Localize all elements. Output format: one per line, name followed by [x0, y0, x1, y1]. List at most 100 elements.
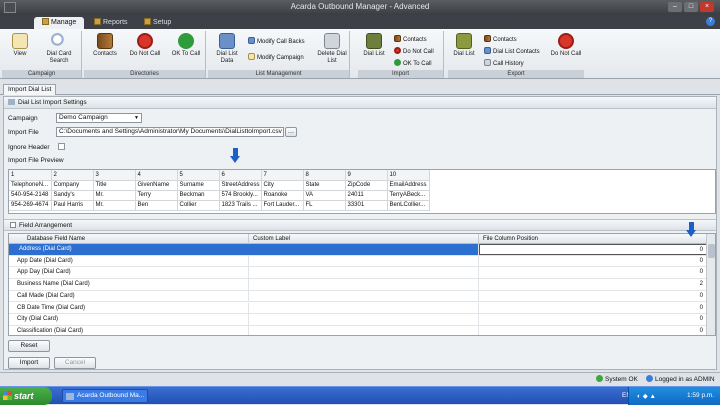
table-row[interactable]: App Day (Dial Card) 0 [9, 267, 707, 280]
dial-list-contacts-icon [484, 47, 491, 54]
browse-button[interactable]: … [285, 127, 297, 137]
preview-cell: State [303, 180, 346, 191]
delete-icon [324, 33, 340, 49]
preview-col-number: 1 [9, 170, 52, 181]
contacts-book-icon [97, 33, 113, 49]
tray-icons[interactable]: ◐ ◆ ▲ [637, 392, 656, 400]
table-row[interactable]: Address (Dial Card) 0 [9, 244, 707, 256]
import-do-not-call-button[interactable]: Do Not Call [394, 47, 434, 56]
preview-cell: City [261, 180, 304, 191]
custom-label-cell[interactable] [249, 279, 479, 290]
position-cell[interactable]: 0 [479, 314, 707, 325]
preview-cell: 540-954-2148 [9, 190, 52, 201]
export-group-label: Export [448, 70, 584, 78]
position-cell[interactable]: 2 [479, 279, 707, 290]
modify-campaign-button[interactable]: Modify Campaign [248, 53, 304, 62]
preview-col-number: 10 [387, 170, 430, 181]
preview-cell: FL [303, 200, 346, 211]
settings-header: Dial List Import Settings [4, 97, 716, 109]
tab-setup[interactable]: Setup [136, 17, 179, 29]
field-name-cell: Call Made (Dial Card) [9, 290, 249, 302]
table-row[interactable]: App Date (Dial Card) 0 [9, 255, 707, 268]
table-row[interactable]: Call Made (Dial Card) 0 [9, 290, 707, 303]
blue-arrow-annotation [230, 148, 240, 164]
scrollbar-thumb[interactable] [708, 244, 715, 258]
list-management-group-label: List Management [208, 70, 349, 78]
position-cell[interactable]: 0 [479, 255, 707, 267]
tab-reports[interactable]: Reports [86, 17, 136, 29]
campaign-icon [248, 53, 255, 60]
custom-label-cell[interactable] [249, 302, 479, 314]
tab-manage[interactable]: Manage [34, 17, 85, 29]
preview-cell: ZipCode [345, 180, 388, 191]
modify-call-backs-button[interactable]: Modify Call Backs [248, 37, 305, 46]
import-panel: Dial List Import Settings Campaign Demo … [3, 96, 717, 370]
minimize-icon[interactable]: – [668, 2, 682, 12]
no-entry-small-icon [394, 47, 401, 54]
position-cell[interactable]: 0 [479, 267, 707, 279]
position-cell[interactable]: 0 [479, 302, 707, 314]
import-dial-list-button[interactable]: Dial List [360, 33, 388, 58]
dial-card-search-button[interactable]: Dial Card Search [38, 33, 80, 65]
collapse-icon [10, 222, 16, 228]
chevron-down-icon: ▼ [134, 115, 139, 121]
close-icon[interactable]: × [700, 2, 714, 12]
preview-col-number: 5 [177, 170, 220, 181]
ok-to-call-button[interactable]: OK To Call [168, 33, 204, 58]
reset-button[interactable]: Reset [8, 340, 50, 352]
maximize-icon[interactable]: □ [684, 2, 698, 12]
import-button[interactable]: Import [8, 357, 50, 369]
table-row[interactable]: Business Name (Dial Card) 2 [9, 279, 707, 291]
export-do-not-call-button[interactable]: Do Not Call [548, 33, 584, 58]
table-row[interactable]: CB Date Time (Dial Card) 0 [9, 302, 707, 315]
custom-label-cell[interactable] [249, 314, 479, 325]
do-not-call-button[interactable]: Do Not Call [126, 33, 164, 58]
tab-import-dial-list[interactable]: Import Dial List [3, 84, 57, 95]
manage-icon [42, 18, 49, 25]
export-call-history-button[interactable]: Call History [484, 59, 524, 68]
import-contacts-button[interactable]: Contacts [394, 35, 427, 44]
import-icon [366, 33, 382, 49]
taskbar-app-button[interactable]: Acarda Outbound Ma... [62, 389, 148, 403]
custom-label-cell[interactable] [249, 267, 479, 279]
windows-logo-icon [3, 391, 12, 400]
contacts-button[interactable]: Contacts [88, 33, 122, 58]
grid-scrollbar[interactable] [706, 234, 715, 335]
document-tabs: Import Dial List [0, 83, 720, 95]
col-custom-label[interactable]: Custom Label [249, 234, 479, 244]
delete-dial-list-button[interactable]: Delete Dial List [316, 33, 348, 65]
custom-label-cell[interactable] [249, 255, 479, 267]
preview-cell: Terry [135, 190, 178, 201]
export-dial-list-button[interactable]: Dial List [450, 33, 478, 58]
custom-label-cell[interactable] [249, 325, 479, 335]
table-row[interactable]: Classification (Dial Card) 0 [9, 325, 707, 335]
file-preview-table: 1 2 3 4 5 6 7 8 9 10 TelephoneN... Compan… [8, 169, 716, 214]
view-button[interactable]: View [6, 33, 34, 58]
start-button[interactable]: start [0, 387, 52, 405]
import-ok-to-call-button[interactable]: OK To Call [394, 59, 432, 68]
ignore-header-checkbox[interactable] [58, 143, 65, 150]
check-icon [178, 33, 194, 49]
export-dial-list-contacts-button[interactable]: Dial List Contacts [484, 47, 540, 56]
preview-column-numbers: 1 2 3 4 5 6 7 8 9 10 [9, 170, 430, 181]
help-icon[interactable]: ? [706, 17, 715, 26]
preview-cell: 1823 Trails ... [219, 200, 262, 211]
col-file-column-position[interactable]: File Column Position [479, 234, 707, 244]
custom-label-cell[interactable] [249, 290, 479, 302]
dial-list-data-button[interactable]: Dial List Data [210, 33, 244, 65]
cancel-button[interactable]: Cancel [54, 357, 96, 369]
table-row[interactable]: City (Dial Card) 0 [9, 314, 707, 326]
field-name-cell[interactable]: Address (Dial Card) [9, 244, 479, 255]
reports-icon [94, 18, 101, 25]
position-cell[interactable]: 0 [479, 325, 707, 335]
field-arrangement-grid: Database Field Name Custom Label File Co… [8, 233, 716, 336]
preview-col-number: 8 [303, 170, 346, 181]
file-column-position-input[interactable]: 0 [479, 244, 707, 255]
position-cell[interactable]: 0 [479, 290, 707, 302]
export-contacts-button[interactable]: Contacts [484, 35, 517, 44]
field-name-cell: Classification (Dial Card) [9, 325, 249, 335]
field-name-cell: Business Name (Dial Card) [9, 279, 249, 290]
campaign-select[interactable]: Demo Campaign ▼ [56, 113, 142, 123]
import-file-field[interactable]: C:\Documents and Settings\Administrator\… [56, 127, 284, 137]
col-database-field-name[interactable]: Database Field Name [9, 234, 249, 244]
